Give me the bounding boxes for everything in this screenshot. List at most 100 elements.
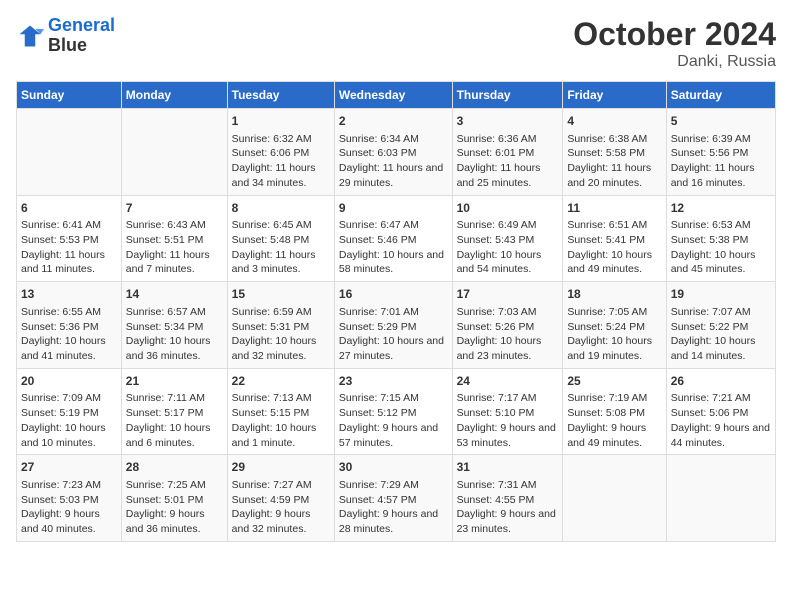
calendar-cell: 23Sunrise: 7:15 AMSunset: 5:12 PMDayligh… xyxy=(334,368,452,455)
day-info: Sunrise: 7:09 AM xyxy=(21,391,117,406)
day-number: 12 xyxy=(671,200,771,217)
title-block: October 2024 Danki, Russia xyxy=(573,16,776,71)
calendar-cell: 25Sunrise: 7:19 AMSunset: 5:08 PMDayligh… xyxy=(563,368,666,455)
calendar-day-header: Friday xyxy=(563,82,666,109)
calendar-week-row: 1Sunrise: 6:32 AMSunset: 6:06 PMDaylight… xyxy=(17,109,776,196)
day-info: Sunset: 5:48 PM xyxy=(232,233,330,248)
day-info: Daylight: 9 hours and 49 minutes. xyxy=(567,421,661,450)
calendar-week-row: 6Sunrise: 6:41 AMSunset: 5:53 PMDaylight… xyxy=(17,195,776,282)
day-info: Sunset: 5:03 PM xyxy=(21,493,117,508)
day-info: Sunset: 5:56 PM xyxy=(671,146,771,161)
day-info: Daylight: 9 hours and 57 minutes. xyxy=(339,421,448,450)
calendar-cell: 14Sunrise: 6:57 AMSunset: 5:34 PMDayligh… xyxy=(121,282,227,369)
day-number: 31 xyxy=(457,459,559,476)
day-info: Sunset: 5:22 PM xyxy=(671,320,771,335)
day-number: 28 xyxy=(126,459,223,476)
calendar-table: SundayMondayTuesdayWednesdayThursdayFrid… xyxy=(16,81,776,542)
calendar-cell: 8Sunrise: 6:45 AMSunset: 5:48 PMDaylight… xyxy=(227,195,334,282)
day-info: Sunrise: 7:13 AM xyxy=(232,391,330,406)
day-number: 15 xyxy=(232,286,330,303)
calendar-cell: 5 Sunrise: 6:39 AMSunset: 5:56 PMDaylight… xyxy=(666,109,775,196)
day-number: 17 xyxy=(457,286,559,303)
day-info: Daylight: 11 hours and 16 minutes. xyxy=(671,161,771,190)
day-info: Sunrise: 7:07 AM xyxy=(671,305,771,320)
day-number: 10 xyxy=(457,200,559,217)
day-info: Daylight: 11 hours and 20 minutes. xyxy=(567,161,661,190)
logo-text: General Blue xyxy=(48,16,115,56)
day-number: 24 xyxy=(457,373,559,390)
calendar-cell: 13Sunrise: 6:55 AMSunset: 5:36 PMDayligh… xyxy=(17,282,122,369)
calendar-cell: 16Sunrise: 7:01 AMSunset: 5:29 PMDayligh… xyxy=(334,282,452,369)
day-info: Daylight: 10 hours and 36 minutes. xyxy=(126,334,223,363)
day-info: Sunrise: 7:03 AM xyxy=(457,305,559,320)
day-info: Sunset: 5:58 PM xyxy=(567,146,661,161)
day-info: Daylight: 11 hours and 29 minutes. xyxy=(339,161,448,190)
day-info: Daylight: 9 hours and 23 minutes. xyxy=(457,507,559,536)
day-info: Sunrise: 6:39 AM xyxy=(671,132,771,147)
calendar-cell: 11Sunrise: 6:51 AMSunset: 5:41 PMDayligh… xyxy=(563,195,666,282)
day-info: Sunrise: 7:31 AM xyxy=(457,478,559,493)
day-info: Sunrise: 6:47 AM xyxy=(339,218,448,233)
day-info: Sunrise: 7:19 AM xyxy=(567,391,661,406)
day-info: Daylight: 10 hours and 41 minutes. xyxy=(21,334,117,363)
day-info: Sunrise: 6:49 AM xyxy=(457,218,559,233)
day-info: Daylight: 10 hours and 1 minute. xyxy=(232,421,330,450)
day-number: 21 xyxy=(126,373,223,390)
day-number: 29 xyxy=(232,459,330,476)
calendar-week-row: 13Sunrise: 6:55 AMSunset: 5:36 PMDayligh… xyxy=(17,282,776,369)
day-number: 30 xyxy=(339,459,448,476)
calendar-cell xyxy=(17,109,122,196)
day-info: Daylight: 9 hours and 40 minutes. xyxy=(21,507,117,536)
calendar-header-row: SundayMondayTuesdayWednesdayThursdayFrid… xyxy=(17,82,776,109)
day-info: Daylight: 10 hours and 23 minutes. xyxy=(457,334,559,363)
day-info: Daylight: 10 hours and 45 minutes. xyxy=(671,248,771,277)
calendar-day-header: Sunday xyxy=(17,82,122,109)
day-info: Sunrise: 7:29 AM xyxy=(339,478,448,493)
day-number: 27 xyxy=(21,459,117,476)
day-info: Sunset: 5:08 PM xyxy=(567,406,661,421)
day-info: Daylight: 10 hours and 54 minutes. xyxy=(457,248,559,277)
calendar-cell: 29Sunrise: 7:27 AMSunset: 4:59 PMDayligh… xyxy=(227,455,334,542)
day-info: Sunset: 4:59 PM xyxy=(232,493,330,508)
day-number: 13 xyxy=(21,286,117,303)
day-info: Sunset: 4:55 PM xyxy=(457,493,559,508)
day-number: 7 xyxy=(126,200,223,217)
day-info: Sunset: 5:46 PM xyxy=(339,233,448,248)
day-info: Sunset: 5:12 PM xyxy=(339,406,448,421)
day-info: Sunset: 5:41 PM xyxy=(567,233,661,248)
day-number: 20 xyxy=(21,373,117,390)
calendar-cell: 27 Sunrise: 7:23 AMSunset: 5:03 PMDayligh… xyxy=(17,455,122,542)
day-info: Sunrise: 7:23 AM xyxy=(21,478,117,493)
day-number: 1 xyxy=(232,113,330,130)
day-info: Daylight: 10 hours and 58 minutes. xyxy=(339,248,448,277)
calendar-cell: 1Sunrise: 6:32 AMSunset: 6:06 PMDaylight… xyxy=(227,109,334,196)
day-info: Sunrise: 7:05 AM xyxy=(567,305,661,320)
calendar-cell: 19Sunrise: 7:07 AMSunset: 5:22 PMDayligh… xyxy=(666,282,775,369)
day-number: 4 xyxy=(567,113,661,130)
calendar-cell: 30Sunrise: 7:29 AMSunset: 4:57 PMDayligh… xyxy=(334,455,452,542)
day-info: Sunrise: 6:51 AM xyxy=(567,218,661,233)
day-info: Sunset: 5:29 PM xyxy=(339,320,448,335)
calendar-day-header: Tuesday xyxy=(227,82,334,109)
day-number: 19 xyxy=(671,286,771,303)
logo-icon xyxy=(16,22,44,50)
day-number: 18 xyxy=(567,286,661,303)
day-info: Daylight: 10 hours and 27 minutes. xyxy=(339,334,448,363)
calendar-cell: 6Sunrise: 6:41 AMSunset: 5:53 PMDaylight… xyxy=(17,195,122,282)
day-info: Sunset: 6:01 PM xyxy=(457,146,559,161)
logo-blue: Blue xyxy=(48,35,87,55)
day-info: Daylight: 11 hours and 3 minutes. xyxy=(232,248,330,277)
day-info: Sunset: 5:53 PM xyxy=(21,233,117,248)
calendar-cell: 17Sunrise: 7:03 AMSunset: 5:26 PMDayligh… xyxy=(452,282,563,369)
day-info: Sunrise: 7:25 AM xyxy=(126,478,223,493)
day-info: Daylight: 9 hours and 44 minutes. xyxy=(671,421,771,450)
day-info: Daylight: 10 hours and 10 minutes. xyxy=(21,421,117,450)
day-info: Sunset: 5:06 PM xyxy=(671,406,771,421)
day-number: 26 xyxy=(671,373,771,390)
day-info: Sunrise: 6:53 AM xyxy=(671,218,771,233)
day-number: 11 xyxy=(567,200,661,217)
day-info: Sunset: 5:38 PM xyxy=(671,233,771,248)
calendar-cell: 24Sunrise: 7:17 AMSunset: 5:10 PMDayligh… xyxy=(452,368,563,455)
day-number: 5 xyxy=(671,113,771,130)
day-number: 25 xyxy=(567,373,661,390)
